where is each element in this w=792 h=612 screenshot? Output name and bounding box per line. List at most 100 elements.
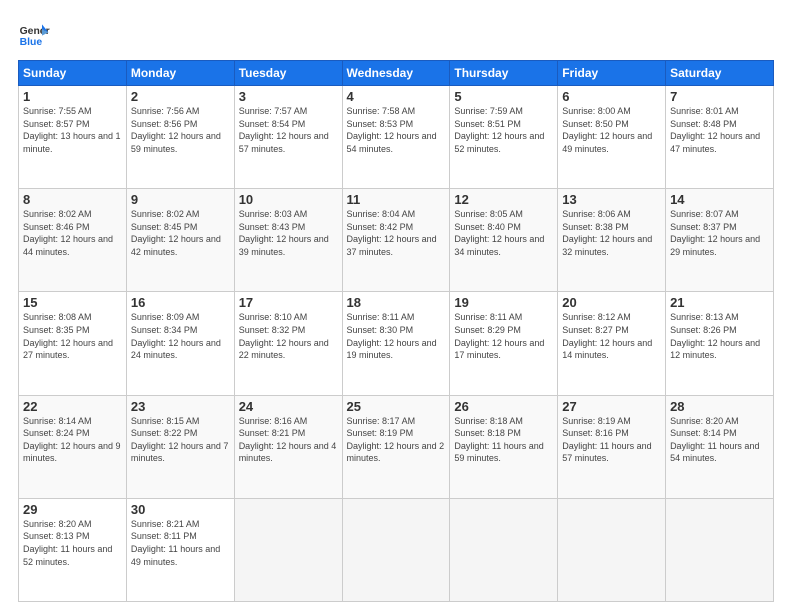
calendar-cell: 10Sunrise: 8:03 AMSunset: 8:43 PMDayligh…: [234, 189, 342, 292]
day-info: Sunrise: 8:05 AMSunset: 8:40 PMDaylight:…: [454, 208, 553, 258]
logo: General Blue: [18, 18, 50, 50]
day-info: Sunrise: 8:20 AMSunset: 8:13 PMDaylight:…: [23, 518, 122, 568]
day-number: 23: [131, 399, 230, 414]
day-info: Sunrise: 8:16 AMSunset: 8:21 PMDaylight:…: [239, 415, 338, 465]
svg-text:Blue: Blue: [20, 37, 43, 48]
calendar-cell: 7Sunrise: 8:01 AMSunset: 8:48 PMDaylight…: [666, 86, 774, 189]
calendar-cell: 27Sunrise: 8:19 AMSunset: 8:16 PMDayligh…: [558, 395, 666, 498]
day-info: Sunrise: 8:18 AMSunset: 8:18 PMDaylight:…: [454, 415, 553, 465]
calendar-table: SundayMondayTuesdayWednesdayThursdayFrid…: [18, 60, 774, 602]
day-info: Sunrise: 8:15 AMSunset: 8:22 PMDaylight:…: [131, 415, 230, 465]
day-number: 24: [239, 399, 338, 414]
col-header-thursday: Thursday: [450, 61, 558, 86]
day-number: 16: [131, 295, 230, 310]
calendar-cell: 29Sunrise: 8:20 AMSunset: 8:13 PMDayligh…: [19, 498, 127, 601]
day-number: 13: [562, 192, 661, 207]
calendar-cell: 8Sunrise: 8:02 AMSunset: 8:46 PMDaylight…: [19, 189, 127, 292]
day-number: 11: [347, 192, 446, 207]
col-header-wednesday: Wednesday: [342, 61, 450, 86]
day-info: Sunrise: 8:02 AMSunset: 8:46 PMDaylight:…: [23, 208, 122, 258]
day-info: Sunrise: 8:06 AMSunset: 8:38 PMDaylight:…: [562, 208, 661, 258]
day-number: 2: [131, 89, 230, 104]
day-info: Sunrise: 8:04 AMSunset: 8:42 PMDaylight:…: [347, 208, 446, 258]
day-info: Sunrise: 8:09 AMSunset: 8:34 PMDaylight:…: [131, 311, 230, 361]
day-info: Sunrise: 8:02 AMSunset: 8:45 PMDaylight:…: [131, 208, 230, 258]
day-info: Sunrise: 8:07 AMSunset: 8:37 PMDaylight:…: [670, 208, 769, 258]
calendar-cell: 4Sunrise: 7:58 AMSunset: 8:53 PMDaylight…: [342, 86, 450, 189]
page: General Blue SundayMondayTuesdayWednesda…: [0, 0, 792, 612]
calendar-cell: 30Sunrise: 8:21 AMSunset: 8:11 PMDayligh…: [126, 498, 234, 601]
calendar-cell: 28Sunrise: 8:20 AMSunset: 8:14 PMDayligh…: [666, 395, 774, 498]
calendar-cell: 12Sunrise: 8:05 AMSunset: 8:40 PMDayligh…: [450, 189, 558, 292]
day-info: Sunrise: 8:21 AMSunset: 8:11 PMDaylight:…: [131, 518, 230, 568]
day-info: Sunrise: 8:11 AMSunset: 8:30 PMDaylight:…: [347, 311, 446, 361]
day-info: Sunrise: 7:59 AMSunset: 8:51 PMDaylight:…: [454, 105, 553, 155]
day-number: 7: [670, 89, 769, 104]
calendar-cell: 16Sunrise: 8:09 AMSunset: 8:34 PMDayligh…: [126, 292, 234, 395]
col-header-tuesday: Tuesday: [234, 61, 342, 86]
calendar-cell: 3Sunrise: 7:57 AMSunset: 8:54 PMDaylight…: [234, 86, 342, 189]
day-number: 18: [347, 295, 446, 310]
day-number: 14: [670, 192, 769, 207]
calendar-cell: 15Sunrise: 8:08 AMSunset: 8:35 PMDayligh…: [19, 292, 127, 395]
day-number: 12: [454, 192, 553, 207]
day-number: 27: [562, 399, 661, 414]
calendar-cell: 23Sunrise: 8:15 AMSunset: 8:22 PMDayligh…: [126, 395, 234, 498]
day-info: Sunrise: 8:19 AMSunset: 8:16 PMDaylight:…: [562, 415, 661, 465]
calendar-cell: 1Sunrise: 7:55 AMSunset: 8:57 PMDaylight…: [19, 86, 127, 189]
day-info: Sunrise: 8:13 AMSunset: 8:26 PMDaylight:…: [670, 311, 769, 361]
day-info: Sunrise: 8:20 AMSunset: 8:14 PMDaylight:…: [670, 415, 769, 465]
day-number: 3: [239, 89, 338, 104]
day-info: Sunrise: 8:11 AMSunset: 8:29 PMDaylight:…: [454, 311, 553, 361]
day-info: Sunrise: 8:00 AMSunset: 8:50 PMDaylight:…: [562, 105, 661, 155]
header: General Blue: [18, 18, 774, 50]
calendar-cell: 20Sunrise: 8:12 AMSunset: 8:27 PMDayligh…: [558, 292, 666, 395]
day-number: 25: [347, 399, 446, 414]
calendar-cell: 17Sunrise: 8:10 AMSunset: 8:32 PMDayligh…: [234, 292, 342, 395]
calendar-cell: [666, 498, 774, 601]
day-info: Sunrise: 8:14 AMSunset: 8:24 PMDaylight:…: [23, 415, 122, 465]
day-number: 10: [239, 192, 338, 207]
calendar-cell: 18Sunrise: 8:11 AMSunset: 8:30 PMDayligh…: [342, 292, 450, 395]
calendar-cell: 9Sunrise: 8:02 AMSunset: 8:45 PMDaylight…: [126, 189, 234, 292]
calendar-cell: 6Sunrise: 8:00 AMSunset: 8:50 PMDaylight…: [558, 86, 666, 189]
col-header-monday: Monday: [126, 61, 234, 86]
calendar-cell: 19Sunrise: 8:11 AMSunset: 8:29 PMDayligh…: [450, 292, 558, 395]
day-info: Sunrise: 8:01 AMSunset: 8:48 PMDaylight:…: [670, 105, 769, 155]
calendar-cell: 21Sunrise: 8:13 AMSunset: 8:26 PMDayligh…: [666, 292, 774, 395]
day-number: 20: [562, 295, 661, 310]
logo-icon: General Blue: [18, 18, 50, 50]
col-header-friday: Friday: [558, 61, 666, 86]
day-number: 15: [23, 295, 122, 310]
day-number: 6: [562, 89, 661, 104]
day-info: Sunrise: 7:58 AMSunset: 8:53 PMDaylight:…: [347, 105, 446, 155]
calendar-cell: [450, 498, 558, 601]
day-number: 21: [670, 295, 769, 310]
day-number: 30: [131, 502, 230, 517]
calendar-cell: [558, 498, 666, 601]
day-info: Sunrise: 8:10 AMSunset: 8:32 PMDaylight:…: [239, 311, 338, 361]
calendar-cell: [234, 498, 342, 601]
day-number: 8: [23, 192, 122, 207]
calendar-cell: [342, 498, 450, 601]
calendar-cell: 14Sunrise: 8:07 AMSunset: 8:37 PMDayligh…: [666, 189, 774, 292]
day-info: Sunrise: 8:12 AMSunset: 8:27 PMDaylight:…: [562, 311, 661, 361]
day-number: 17: [239, 295, 338, 310]
col-header-sunday: Sunday: [19, 61, 127, 86]
day-number: 19: [454, 295, 553, 310]
day-info: Sunrise: 7:56 AMSunset: 8:56 PMDaylight:…: [131, 105, 230, 155]
calendar-cell: 22Sunrise: 8:14 AMSunset: 8:24 PMDayligh…: [19, 395, 127, 498]
calendar-cell: 25Sunrise: 8:17 AMSunset: 8:19 PMDayligh…: [342, 395, 450, 498]
day-number: 9: [131, 192, 230, 207]
day-number: 28: [670, 399, 769, 414]
day-info: Sunrise: 7:57 AMSunset: 8:54 PMDaylight:…: [239, 105, 338, 155]
day-number: 22: [23, 399, 122, 414]
calendar-cell: 13Sunrise: 8:06 AMSunset: 8:38 PMDayligh…: [558, 189, 666, 292]
day-number: 1: [23, 89, 122, 104]
day-info: Sunrise: 8:08 AMSunset: 8:35 PMDaylight:…: [23, 311, 122, 361]
col-header-saturday: Saturday: [666, 61, 774, 86]
calendar-cell: 2Sunrise: 7:56 AMSunset: 8:56 PMDaylight…: [126, 86, 234, 189]
day-number: 5: [454, 89, 553, 104]
day-number: 4: [347, 89, 446, 104]
calendar-cell: 11Sunrise: 8:04 AMSunset: 8:42 PMDayligh…: [342, 189, 450, 292]
